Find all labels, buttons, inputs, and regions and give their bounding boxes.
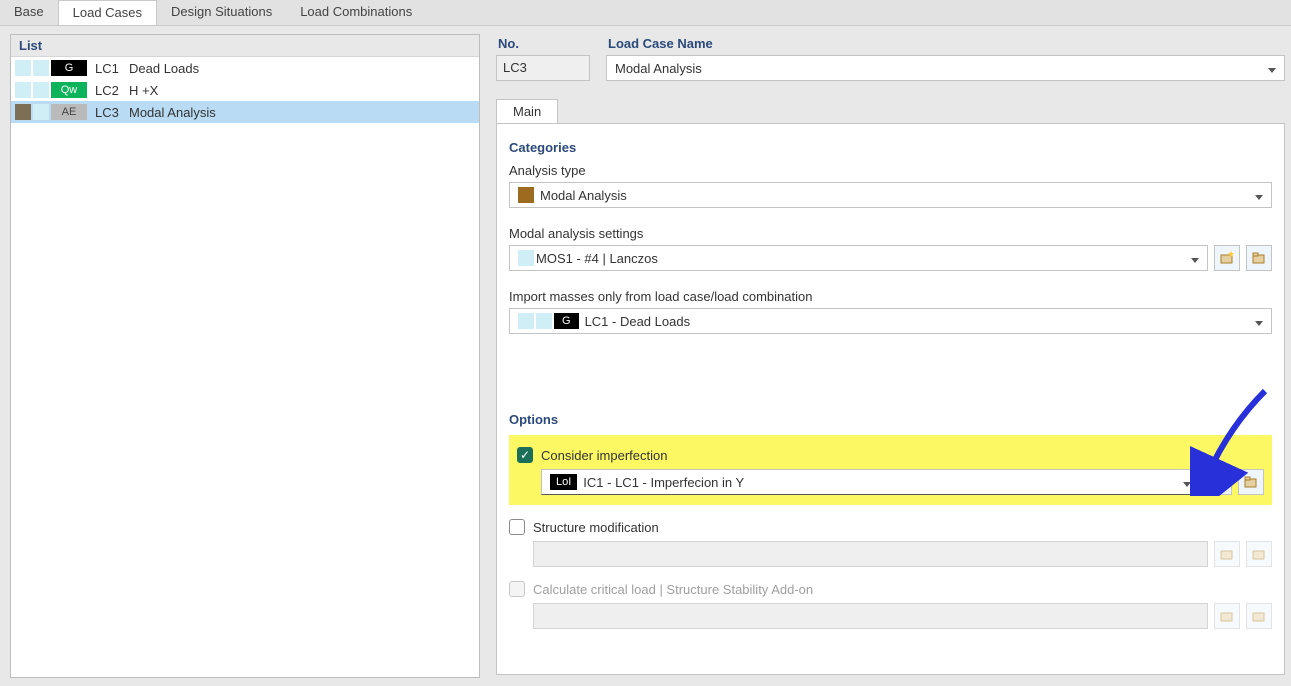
color-swatch-icon (33, 60, 49, 76)
category-badge: G (554, 313, 579, 329)
no-field[interactable]: LC3 (496, 55, 590, 81)
list-box: List G LC1 Dead Loads Qw LC2 H +X (10, 34, 480, 678)
lc-id: LC1 (95, 61, 125, 76)
lc-name: Dead Loads (129, 61, 199, 76)
import-masses-select[interactable]: G LC1 - Dead Loads (509, 308, 1272, 334)
category-badge: Qw (51, 82, 87, 98)
calculate-critical-checkbox (509, 581, 525, 597)
imperfection-badge: LoI (550, 474, 577, 490)
chevron-down-icon (1268, 61, 1276, 76)
category-badge: AE (51, 104, 87, 120)
list-item[interactable]: G LC1 Dead Loads (11, 57, 479, 79)
modal-settings-value: MOS1 - #4 | Lanczos (536, 251, 658, 266)
section-options: Options (509, 412, 1272, 427)
open-button (1246, 541, 1272, 567)
tab-main[interactable]: Main (496, 99, 558, 123)
structure-modification-checkbox[interactable] (509, 519, 525, 535)
color-swatch-icon (536, 313, 552, 329)
consider-imperfection-label: Consider imperfection (541, 448, 667, 463)
list-item[interactable]: AE LC3 Modal Analysis (11, 101, 479, 123)
structure-modification-label: Structure modification (533, 520, 659, 535)
analysis-type-label: Analysis type (509, 163, 1272, 178)
consider-imperfection-checkbox[interactable] (517, 447, 533, 463)
detail-pane: Categories Analysis type Modal Analysis … (496, 123, 1285, 675)
new-button[interactable] (1206, 469, 1232, 495)
open-button[interactable] (1238, 469, 1264, 495)
imperfection-select[interactable]: LoI IC1 - LC1 - Imperfecion in Y (541, 469, 1200, 495)
top-tabs: Base Load Cases Design Situations Load C… (0, 0, 1291, 26)
list-header: List (11, 35, 479, 57)
open-folder-icon (1251, 608, 1267, 624)
chevron-down-icon (1191, 251, 1199, 266)
chevron-down-icon (1255, 314, 1263, 329)
structure-modification-select (533, 541, 1208, 567)
lc-name: H +X (129, 83, 158, 98)
color-swatch-icon (15, 104, 31, 120)
calculate-critical-select (533, 603, 1208, 629)
color-swatch-icon (518, 187, 534, 203)
analysis-type-select[interactable]: Modal Analysis (509, 182, 1272, 208)
analysis-type-value: Modal Analysis (540, 188, 627, 203)
list-item[interactable]: Qw LC2 H +X (11, 79, 479, 101)
calculate-critical-label: Calculate critical load | Structure Stab… (533, 582, 813, 597)
new-button[interactable] (1214, 245, 1240, 271)
open-folder-icon (1243, 474, 1259, 490)
import-masses-value: LC1 - Dead Loads (585, 314, 691, 329)
lc-id: LC3 (95, 105, 125, 120)
open-button[interactable] (1246, 245, 1272, 271)
tab-load-combinations[interactable]: Load Combinations (286, 0, 426, 25)
color-swatch-icon (15, 60, 31, 76)
new-star-folder-icon (1219, 250, 1235, 266)
open-button (1246, 603, 1272, 629)
chevron-down-icon (1183, 475, 1191, 490)
color-swatch-icon (33, 104, 49, 120)
color-swatch-icon (15, 82, 31, 98)
new-star-folder-icon (1219, 608, 1235, 624)
new-button (1214, 541, 1240, 567)
left-panel: List G LC1 Dead Loads Qw LC2 H +X (0, 26, 490, 686)
lc-name: Modal Analysis (129, 105, 216, 120)
color-swatch-icon (518, 313, 534, 329)
new-star-folder-icon (1211, 474, 1227, 490)
open-folder-icon (1251, 546, 1267, 562)
new-button (1214, 603, 1240, 629)
chevron-down-icon (1255, 188, 1263, 203)
modal-settings-select[interactable]: MOS1 - #4 | Lanczos (509, 245, 1208, 271)
imperfection-value: IC1 - LC1 - Imperfecion in Y (583, 475, 744, 490)
tab-load-cases[interactable]: Load Cases (58, 0, 157, 25)
tab-design-situations[interactable]: Design Situations (157, 0, 286, 25)
section-categories: Categories (509, 140, 1272, 155)
tab-base[interactable]: Base (0, 0, 58, 25)
list-body: G LC1 Dead Loads Qw LC2 H +X AE LC3 Moda (11, 57, 479, 123)
consider-imperfection-highlight: Consider imperfection LoI IC1 - LC1 - Im… (509, 435, 1272, 505)
modal-settings-label: Modal analysis settings (509, 226, 1272, 241)
no-label: No. (496, 34, 590, 55)
load-case-name-value: Modal Analysis (615, 61, 702, 76)
new-star-folder-icon (1219, 546, 1235, 562)
lc-id: LC2 (95, 83, 125, 98)
open-folder-icon (1251, 250, 1267, 266)
right-panel: No. LC3 Load Case Name Modal Analysis Ma… (490, 26, 1291, 686)
color-swatch-icon (33, 82, 49, 98)
color-swatch-icon (518, 250, 534, 266)
load-case-name-select[interactable]: Modal Analysis (606, 55, 1285, 81)
import-masses-label: Import masses only from load case/load c… (509, 289, 1272, 304)
category-badge: G (51, 60, 87, 76)
load-case-name-label: Load Case Name (606, 34, 1285, 55)
